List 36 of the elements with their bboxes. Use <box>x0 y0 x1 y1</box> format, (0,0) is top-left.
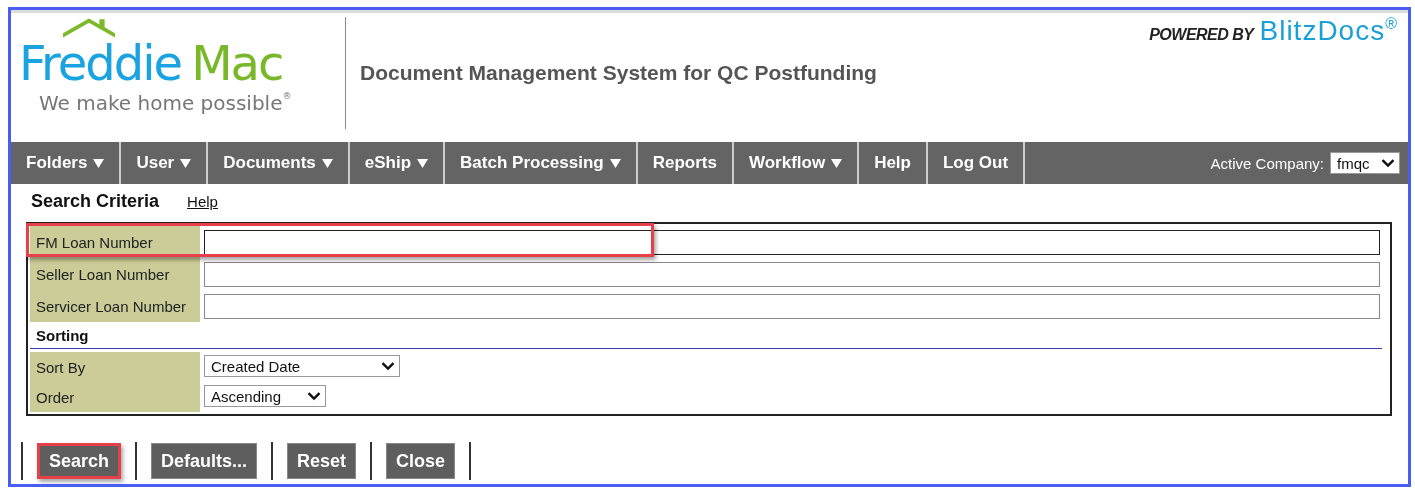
menu-item[interactable]: User <box>121 142 209 184</box>
help-link[interactable]: Help <box>187 192 218 210</box>
roof-icon <box>63 17 115 39</box>
field-label: Servicer Loan Number <box>30 290 200 322</box>
dropdown-select[interactable]: Created Date <box>204 355 400 377</box>
dropdown-select[interactable]: Ascending <box>204 385 326 407</box>
brand-logo: BlitzDocs$^{®}$ <box>1259 15 1398 47</box>
action-button[interactable]: Close <box>386 443 456 479</box>
text-field[interactable] <box>204 230 1380 255</box>
menu-item[interactable]: Help <box>859 142 928 184</box>
chevron-icon <box>1381 157 1395 169</box>
text-field[interactable] <box>204 294 1380 319</box>
logo-wordmark: Freddie Mac <box>19 39 283 87</box>
menu-item[interactable]: Reports <box>637 142 734 184</box>
company-select[interactable]: fmqc <box>1330 152 1400 174</box>
text-field[interactable] <box>204 262 1380 287</box>
chevron-icon <box>381 360 395 372</box>
action-button[interactable]: Reset <box>287 443 357 479</box>
section-title: Sorting <box>30 322 1382 349</box>
menu-item[interactable]: eShip <box>349 142 446 184</box>
app-title: Document Management System for QC Postfunding <box>360 61 877 85</box>
logo-tagline: We make home possible$^{®}$ <box>39 91 292 115</box>
field-label: Seller Loan Number <box>30 258 200 290</box>
menu-item[interactable]: Folders <box>11 142 122 184</box>
menu-item[interactable]: Batch Processing <box>445 142 638 184</box>
action-button[interactable]: Defaults... <box>151 443 258 479</box>
menu-item[interactable]: Log Out <box>927 142 1026 184</box>
menu-item[interactable]: Workflow <box>733 142 860 184</box>
company-label: Active Company: <box>1210 154 1324 172</box>
chevron-icon <box>307 390 321 402</box>
action-button[interactable]: Search <box>37 443 122 479</box>
menu-item[interactable]: Documents <box>208 142 350 184</box>
field-label: Order <box>30 382 200 412</box>
section-title: Search Criteria <box>31 190 160 212</box>
powered-by-label: POWERED BY <box>1149 26 1254 44</box>
field-label: Sort By <box>30 352 200 382</box>
